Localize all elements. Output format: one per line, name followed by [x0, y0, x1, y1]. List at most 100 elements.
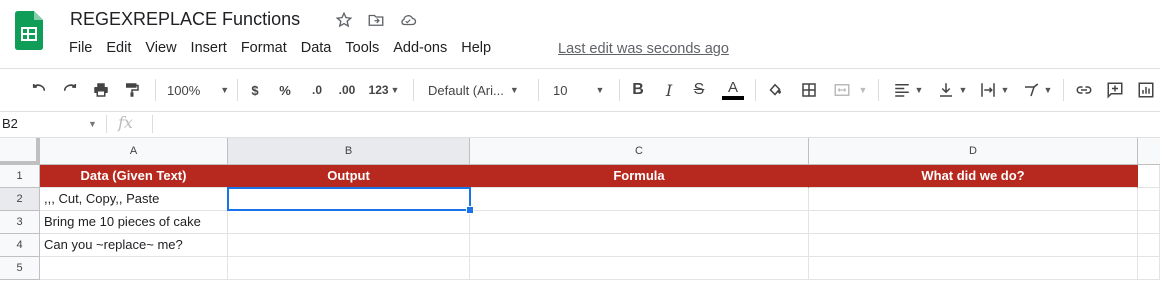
- formula-input[interactable]: [160, 114, 1150, 134]
- row-header-5[interactable]: 5: [0, 257, 40, 280]
- cell-c5[interactable]: [470, 257, 809, 280]
- menu-edit[interactable]: Edit: [106, 40, 131, 56]
- chevron-down-icon: ▼: [914, 85, 924, 95]
- row-header-3[interactable]: 3: [0, 211, 40, 234]
- cell-b4[interactable]: [228, 234, 470, 257]
- cell-a5[interactable]: [40, 257, 228, 280]
- chevron-down-icon: ▼: [595, 85, 605, 95]
- menu-tools[interactable]: Tools: [345, 40, 379, 56]
- menu-format[interactable]: Format: [241, 40, 287, 56]
- font-size-value: 10: [553, 82, 568, 98]
- last-edit-link[interactable]: Last edit was seconds ago: [558, 41, 729, 57]
- chevron-down-icon: ▼: [958, 85, 968, 95]
- text-wrapping-icon[interactable]: ▼: [976, 79, 1012, 101]
- increase-decimal-button[interactable]: .00: [336, 79, 358, 101]
- row-header-4[interactable]: 4: [0, 234, 40, 257]
- cell-e2[interactable]: [1138, 188, 1160, 211]
- menu-help[interactable]: Help: [461, 40, 491, 56]
- cell-d3[interactable]: [809, 211, 1138, 234]
- vertical-align-icon[interactable]: ▼: [934, 79, 970, 101]
- cell-c4[interactable]: [470, 234, 809, 257]
- cell-e1[interactable]: [1138, 165, 1160, 188]
- number-format-select[interactable]: 123 ▼: [367, 79, 401, 101]
- menu-data[interactable]: Data: [301, 40, 332, 56]
- column-header-e[interactable]: [1138, 138, 1160, 165]
- font-family-select[interactable]: Default (Ari... ▼: [428, 79, 528, 101]
- text-color-label: A: [727, 79, 738, 96]
- borders-icon[interactable]: [799, 79, 819, 101]
- chevron-down-icon: ▼: [1043, 85, 1053, 95]
- cell-b3[interactable]: [228, 211, 470, 234]
- cell-c2[interactable]: [470, 188, 809, 211]
- cell-c3[interactable]: [470, 211, 809, 234]
- fill-color-icon[interactable]: [765, 79, 785, 101]
- cell-a1[interactable]: Data (Given Text): [40, 165, 228, 188]
- cloud-status-icon[interactable]: [398, 10, 418, 30]
- chevron-down-icon[interactable]: ▼: [858, 79, 868, 101]
- column-header-d[interactable]: D: [809, 138, 1138, 165]
- cell-b5[interactable]: [228, 257, 470, 280]
- cell-d4[interactable]: [809, 234, 1138, 257]
- cell-a4[interactable]: Can you ~replace~ me?: [40, 234, 228, 257]
- print-icon[interactable]: [90, 79, 112, 101]
- move-folder-icon[interactable]: [366, 10, 386, 30]
- cell-e3[interactable]: [1138, 211, 1160, 234]
- chevron-down-icon: ▼: [88, 119, 97, 129]
- name-box-value: B2: [2, 116, 18, 131]
- currency-format-button[interactable]: $: [246, 79, 264, 101]
- text-color-swatch: [722, 96, 744, 100]
- number-format-label: 123: [368, 83, 389, 97]
- row-header-1[interactable]: 1: [0, 165, 40, 188]
- menu-add-ons[interactable]: Add-ons: [393, 40, 447, 56]
- strikethrough-button[interactable]: S: [690, 79, 708, 101]
- star-icon[interactable]: [334, 10, 354, 30]
- cell-b2[interactable]: [228, 188, 470, 211]
- column-header-c[interactable]: C: [470, 138, 809, 165]
- chevron-down-icon: ▼: [509, 85, 519, 95]
- italic-button[interactable]: I: [660, 79, 678, 101]
- insert-link-icon[interactable]: [1073, 79, 1095, 101]
- chevron-down-icon: ▼: [1000, 85, 1010, 95]
- column-header-b[interactable]: B: [228, 138, 470, 165]
- toolbar: 100% ▼ $ % .0 .00 123 ▼ Default (Ari... …: [0, 68, 1160, 112]
- row-header-2[interactable]: 2: [0, 188, 40, 211]
- undo-icon[interactable]: [28, 79, 50, 101]
- document-title[interactable]: REGEXREPLACE Functions: [70, 9, 300, 30]
- cell-c1[interactable]: Formula: [470, 165, 809, 188]
- sheets-logo-icon[interactable]: [15, 11, 43, 50]
- paint-format-icon[interactable]: [121, 79, 143, 101]
- text-rotation-icon[interactable]: ▼: [1018, 79, 1056, 101]
- font-family-value: Default (Ari...: [428, 82, 504, 98]
- cell-e4[interactable]: [1138, 234, 1160, 257]
- cell-d2[interactable]: [809, 188, 1138, 211]
- column-header-a[interactable]: A: [40, 138, 228, 165]
- cell-a2[interactable]: ,,, Cut, Copy,, Paste: [40, 188, 228, 211]
- menu-insert[interactable]: Insert: [191, 40, 227, 56]
- merge-cells-icon[interactable]: [832, 79, 852, 101]
- chevron-down-icon: ▼: [220, 85, 230, 95]
- cell-b1[interactable]: Output: [228, 165, 470, 188]
- cell-a3[interactable]: Bring me 10 pieces of cake: [40, 211, 228, 234]
- decrease-decimal-button[interactable]: .0: [306, 79, 328, 101]
- fill-handle[interactable]: [466, 206, 474, 214]
- zoom-value: 100%: [167, 82, 201, 98]
- menu-view[interactable]: View: [145, 40, 176, 56]
- title-bar: REGEXREPLACE Functions File Edit View In…: [0, 0, 1160, 66]
- cell-d1[interactable]: What did we do?: [809, 165, 1138, 188]
- cell-e5[interactable]: [1138, 257, 1160, 280]
- text-color-button[interactable]: A: [721, 79, 745, 101]
- bold-button[interactable]: B: [629, 79, 647, 101]
- menu-file[interactable]: File: [69, 40, 92, 56]
- cell-d5[interactable]: [809, 257, 1138, 280]
- insert-comment-icon[interactable]: [1104, 79, 1126, 101]
- menu-bar: File Edit View Insert Format Data Tools …: [69, 40, 505, 56]
- select-all-corner[interactable]: [0, 138, 40, 165]
- horizontal-align-icon[interactable]: ▼: [890, 79, 926, 101]
- redo-icon[interactable]: [59, 79, 81, 101]
- zoom-select[interactable]: 100% ▼: [167, 79, 229, 101]
- name-box[interactable]: B2 ▼: [0, 114, 100, 134]
- font-size-select[interactable]: 10 ▼: [553, 79, 611, 101]
- increase-decimal-label: .00: [338, 83, 356, 97]
- percent-format-button[interactable]: %: [276, 79, 294, 101]
- insert-chart-icon[interactable]: [1135, 79, 1157, 101]
